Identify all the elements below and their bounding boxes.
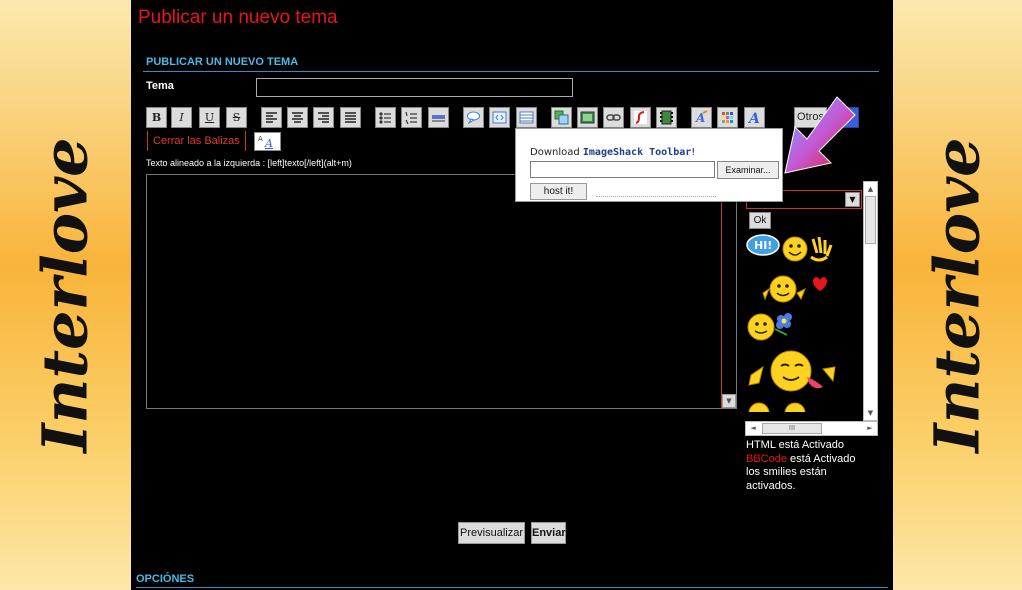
link-icon bbox=[606, 114, 621, 121]
list-icon bbox=[379, 112, 391, 124]
smiley-tongue-icon[interactable] bbox=[745, 347, 840, 397]
file-path-input[interactable] bbox=[530, 161, 715, 178]
host-it-button[interactable]: host it! bbox=[530, 183, 587, 200]
svg-text:HI!: HI! bbox=[754, 239, 772, 252]
upload-image-button[interactable] bbox=[577, 107, 598, 128]
download-suffix: ! bbox=[691, 147, 696, 158]
smiley-partial-icon[interactable] bbox=[745, 399, 825, 412]
italic-button[interactable]: I bbox=[171, 107, 192, 128]
preview-button[interactable]: Previsualizar bbox=[458, 522, 525, 544]
horizontal-rule-button[interactable] bbox=[428, 107, 449, 128]
popup-divider bbox=[596, 193, 716, 197]
smilies-panel: HI! bbox=[745, 231, 864, 412]
scroll-up-icon[interactable]: ▲ bbox=[865, 183, 876, 195]
video-icon bbox=[660, 110, 673, 125]
underline-button[interactable]: U bbox=[199, 107, 220, 128]
quote-icon bbox=[467, 111, 480, 125]
color-button[interactable]: A bbox=[691, 107, 712, 128]
list-button[interactable] bbox=[375, 107, 396, 128]
bbcode-link[interactable]: BBCode bbox=[746, 453, 787, 465]
section-divider bbox=[143, 71, 879, 72]
font-icon: A bbox=[747, 111, 760, 125]
imageshack-popup: Download ImageShack Toolbar! Examinar...… bbox=[515, 128, 783, 202]
code-icon bbox=[492, 111, 507, 124]
align-left-icon bbox=[266, 112, 277, 123]
posting-status: HTML está Activado BBCode está Activado … bbox=[746, 439, 876, 493]
topic-input[interactable] bbox=[256, 78, 573, 97]
image-button[interactable] bbox=[551, 107, 572, 128]
quote-button[interactable] bbox=[463, 107, 484, 128]
smilies-horizontal-scrollbar[interactable]: ◄ III ► bbox=[745, 421, 878, 436]
html-status: HTML está Activado bbox=[746, 439, 845, 451]
download-text: Download ImageShack Toolbar! bbox=[530, 147, 695, 158]
smiley-flower-icon[interactable] bbox=[745, 309, 805, 345]
bold-button[interactable]: B bbox=[146, 107, 167, 128]
chevron-down-icon[interactable]: ▼ bbox=[845, 192, 860, 207]
video-button[interactable] bbox=[656, 107, 677, 128]
grid-icon bbox=[722, 112, 733, 123]
scroll-thumb[interactable] bbox=[865, 196, 876, 244]
flash-button[interactable] bbox=[630, 107, 651, 128]
font-size-icon: AA bbox=[258, 135, 273, 150]
smiley-love-icon[interactable] bbox=[757, 271, 837, 307]
color-icon: A bbox=[695, 110, 708, 125]
scroll-right-icon[interactable]: ► bbox=[864, 422, 876, 435]
scroll-thumb[interactable]: III bbox=[762, 423, 822, 434]
flash-icon bbox=[634, 111, 647, 124]
right-logo: Interlove bbox=[920, 137, 994, 453]
grid-button[interactable] bbox=[717, 107, 738, 128]
ordered-list-icon bbox=[405, 111, 417, 125]
svg-text:A: A bbox=[258, 135, 263, 143]
left-logo: Interlove bbox=[28, 137, 102, 453]
message-scrollbar[interactable]: ▼ bbox=[721, 175, 736, 408]
align-right-button[interactable] bbox=[313, 107, 334, 128]
imageshack-toolbar-link[interactable]: ImageShack Toolbar bbox=[583, 147, 691, 158]
image-icon bbox=[554, 110, 569, 125]
smilies-ok-button[interactable]: Ok bbox=[749, 212, 771, 229]
svg-text:A: A bbox=[264, 137, 273, 149]
options-divider bbox=[136, 587, 888, 588]
svg-text:A: A bbox=[747, 111, 760, 125]
options-title: OPCIÓNES bbox=[136, 573, 195, 585]
align-center-button[interactable] bbox=[287, 107, 308, 128]
hr-icon bbox=[432, 115, 445, 122]
message-textarea[interactable]: ▼ bbox=[146, 174, 737, 409]
justify-button[interactable] bbox=[340, 107, 361, 128]
link-button[interactable] bbox=[603, 107, 624, 128]
code-button[interactable] bbox=[489, 107, 510, 128]
bbcode-status: BBCode está Activado bbox=[746, 453, 876, 467]
format-hint: Texto alineado a la izquierda : [left]te… bbox=[146, 158, 352, 168]
font-button[interactable]: A bbox=[744, 107, 765, 128]
ordered-list-button[interactable] bbox=[401, 107, 422, 128]
arrow-icon bbox=[784, 96, 856, 174]
strike-button[interactable]: S bbox=[226, 107, 247, 128]
justify-icon bbox=[345, 112, 356, 123]
scroll-left-icon[interactable]: ◄ bbox=[747, 422, 759, 435]
scroll-down-icon[interactable]: ▼ bbox=[722, 394, 736, 408]
align-right-icon bbox=[318, 112, 329, 123]
close-tags-link[interactable]: Cerrar las Balizas bbox=[147, 131, 246, 151]
font-size-button[interactable]: AA bbox=[254, 132, 281, 151]
smilies-vertical-scrollbar[interactable]: ▲ ▼ bbox=[863, 181, 878, 421]
smilies-status: los smilies están activados. bbox=[746, 466, 827, 492]
left-branding-panel: Interlove bbox=[0, 0, 131, 590]
download-prefix: Download bbox=[530, 147, 583, 158]
table-button[interactable] bbox=[516, 107, 537, 128]
send-button[interactable]: Enviar bbox=[531, 522, 566, 544]
table-icon bbox=[519, 111, 534, 124]
align-left-button[interactable] bbox=[261, 107, 282, 128]
bbcode-status-text: está Activado bbox=[786, 452, 856, 465]
post-form-panel: Publicar un nuevo tema PUBLICAR UN NUEVO… bbox=[131, 0, 893, 590]
scroll-down-icon[interactable]: ▼ bbox=[865, 407, 876, 419]
browse-button[interactable]: Examinar... bbox=[717, 161, 779, 179]
smiley-hi-icon[interactable]: HI! bbox=[745, 231, 840, 265]
page-title: Publicar un nuevo tema bbox=[138, 7, 338, 28]
topic-label: Tema bbox=[146, 80, 174, 92]
right-branding-panel: Interlove bbox=[893, 0, 1022, 590]
section-title: PUBLICAR UN NUEVO TEMA bbox=[146, 56, 299, 68]
align-center-icon bbox=[292, 112, 303, 123]
upload-image-icon bbox=[580, 111, 595, 124]
